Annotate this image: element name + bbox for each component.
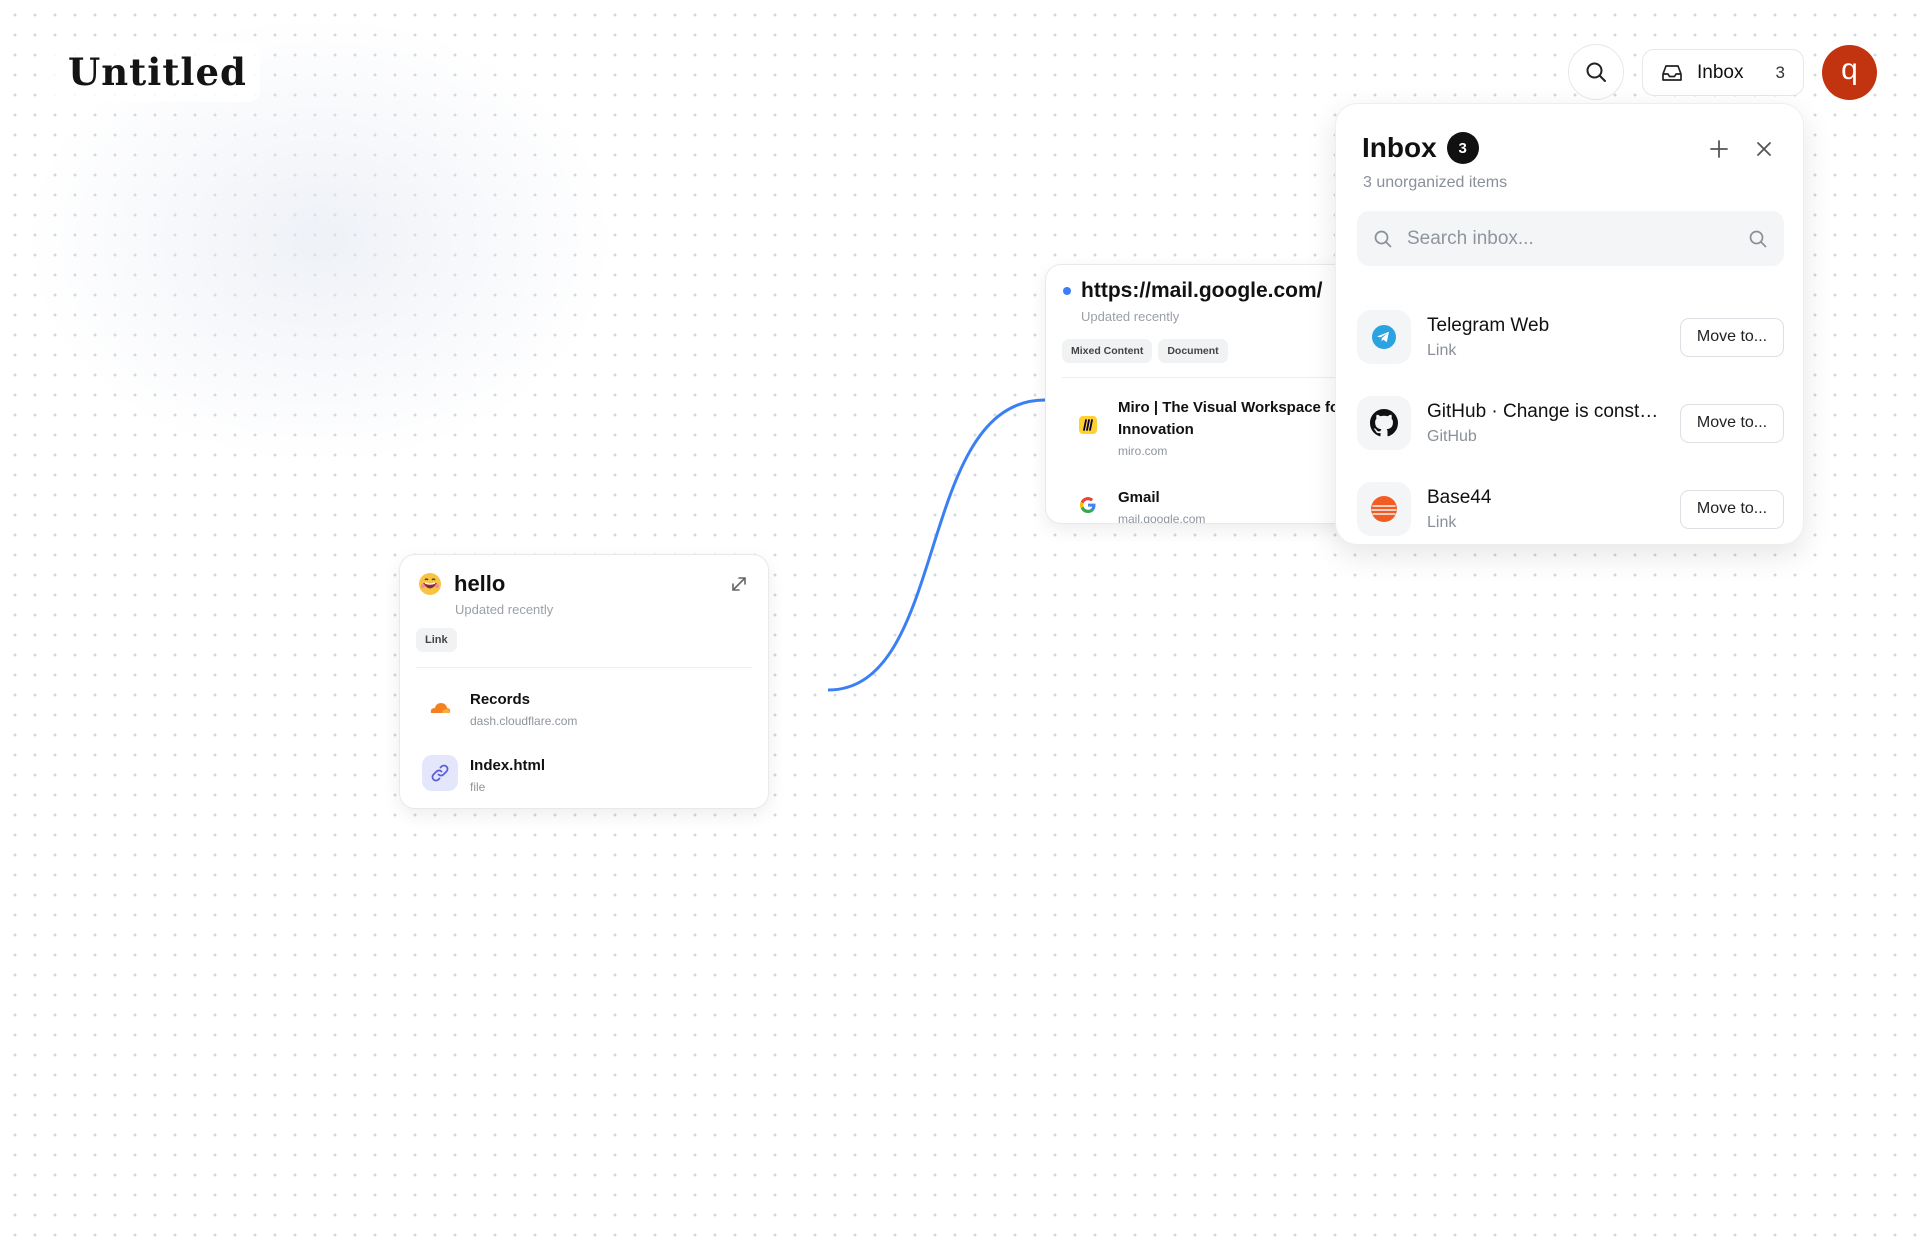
card-title: https://mail.google.com/ xyxy=(1081,279,1323,302)
search-icon xyxy=(1374,230,1392,247)
item-name: Records xyxy=(470,691,531,708)
card-updated: Updated recently xyxy=(1081,309,1180,324)
inbox-item-type: Link xyxy=(1427,341,1457,359)
inbox-button-count: 3 xyxy=(1775,62,1785,82)
inbox-item-name: Base44 xyxy=(1427,486,1492,508)
inbox-button[interactable]: Inbox 3 xyxy=(1642,49,1804,96)
inbox-title: Inbox xyxy=(1362,132,1437,163)
inbox-count-badge: 3 xyxy=(1446,132,1479,164)
move-to-button[interactable]: Move to... xyxy=(1680,317,1784,357)
inbox-item[interactable]: Telegram Web Link Move to... xyxy=(1357,294,1784,380)
inbox-icon xyxy=(1662,64,1682,81)
move-to-button[interactable]: Move to... xyxy=(1680,403,1784,443)
inbox-search xyxy=(1357,211,1784,266)
inbox-button-label: Inbox xyxy=(1697,61,1744,83)
inbox-item[interactable]: Base44 Link Move to... xyxy=(1357,466,1784,552)
expand-icon[interactable] xyxy=(730,575,748,593)
document-title-menu[interactable]: Untitled xyxy=(48,42,260,102)
list-item[interactable]: Miro | The Visual Workspace for Innovati… xyxy=(1070,397,1358,458)
list-item[interactable]: Index.html file xyxy=(422,755,545,794)
base44-icon xyxy=(1357,482,1411,536)
item-name: Miro | The Visual Workspace for Innovati… xyxy=(1118,399,1346,438)
document-title: Untitled xyxy=(68,50,247,94)
item-sub: miro.com xyxy=(1118,444,1168,458)
avatar[interactable]: q xyxy=(1822,45,1877,100)
grinning-face-icon xyxy=(419,573,441,595)
item-sub: file xyxy=(470,780,486,794)
github-icon xyxy=(1357,396,1411,450)
divider xyxy=(416,667,752,668)
telegram-icon xyxy=(1357,310,1411,364)
close-icon[interactable] xyxy=(1754,139,1774,159)
google-icon xyxy=(1070,487,1106,523)
item-sub: dash.cloudflare.com xyxy=(470,714,578,728)
inbox-search-input[interactable] xyxy=(1407,227,1734,250)
inbox-subtitle: 3 unorganized items xyxy=(1363,174,1508,191)
search-icon xyxy=(1586,62,1606,82)
card-updated: Updated recently xyxy=(455,602,554,617)
tag: Mixed Content xyxy=(1062,339,1153,363)
list-item[interactable]: Gmail mail.google.com xyxy=(1070,487,1206,524)
search-icon[interactable] xyxy=(1748,229,1768,249)
item-name: Gmail xyxy=(1118,489,1160,506)
plus-icon[interactable] xyxy=(1708,138,1730,160)
card-title: hello xyxy=(454,571,506,596)
tag: Link xyxy=(416,628,457,652)
inbox-panel: Inbox 3 3 unorganized items Telegram Web… xyxy=(1335,103,1804,545)
inbox-item[interactable]: GitHub · Change is constant. GitHub keep… xyxy=(1357,380,1784,466)
link-icon xyxy=(422,755,458,791)
status-dot xyxy=(1063,287,1071,295)
mail-card[interactable]: https://mail.google.com/ Updated recentl… xyxy=(1045,264,1385,524)
inbox-item-name: GitHub · Change is constant. GitHub keep… xyxy=(1427,400,1667,422)
miro-icon xyxy=(1070,407,1106,443)
inbox-item-type: GitHub xyxy=(1427,427,1477,445)
item-sub: mail.google.com xyxy=(1118,512,1206,524)
hello-card[interactable]: hello Updated recently Link Records dash… xyxy=(399,554,769,809)
cloudflare-icon xyxy=(422,689,458,725)
search-button[interactable] xyxy=(1568,44,1624,100)
inbox-item-name: Telegram Web xyxy=(1427,314,1550,336)
inbox-item-type: Link xyxy=(1427,513,1457,531)
item-name: Index.html xyxy=(470,757,546,774)
inbox-list: Telegram Web Link Move to... GitHub · Ch… xyxy=(1357,294,1784,552)
move-to-button[interactable]: Move to... xyxy=(1680,489,1784,529)
list-item[interactable]: Records dash.cloudflare.com xyxy=(422,689,577,728)
tag: Document xyxy=(1158,339,1228,363)
